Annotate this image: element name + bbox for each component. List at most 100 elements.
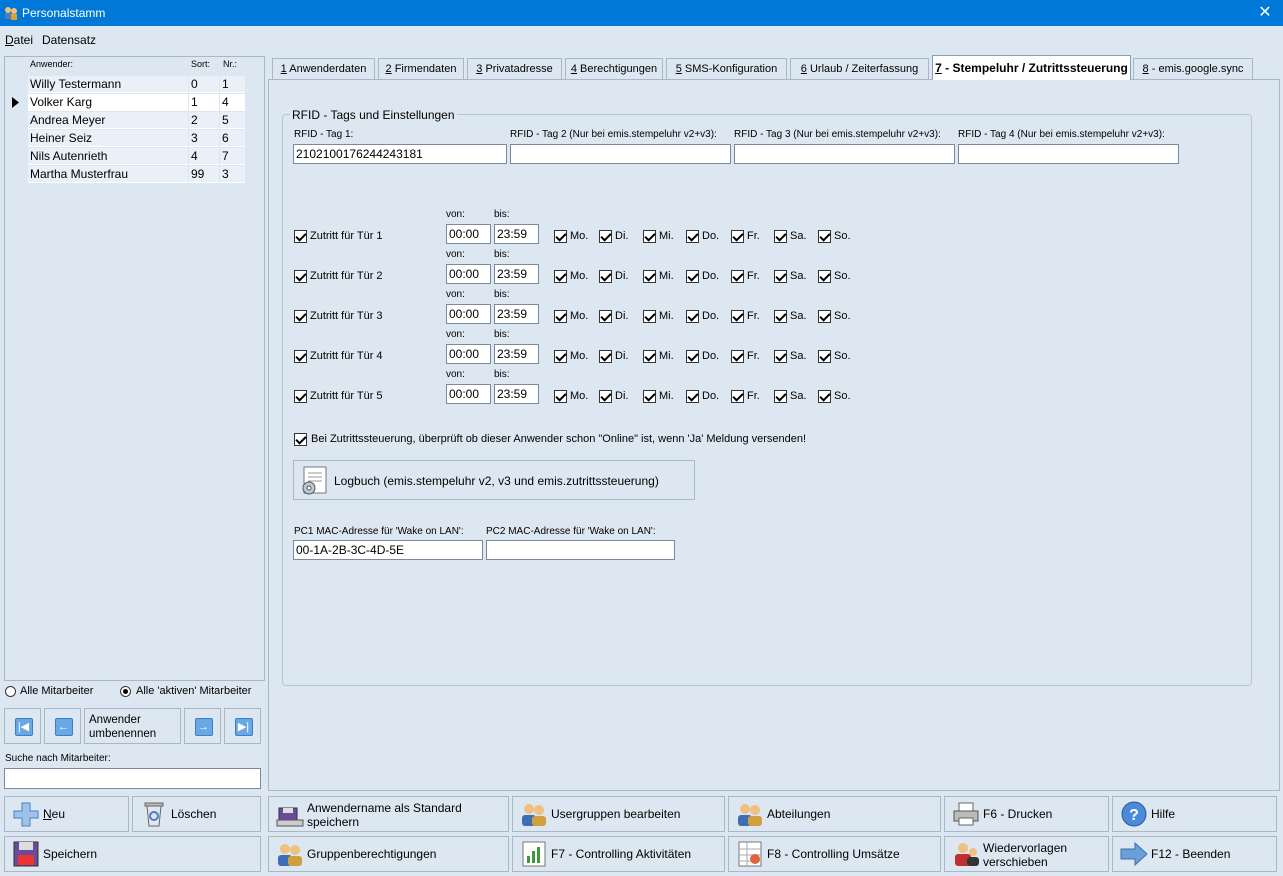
row-name[interactable]: Andrea Meyer (28, 112, 188, 129)
door-1-day-checkbox[interactable] (599, 230, 612, 243)
tab-5[interactable]: 5 SMS-Konfiguration (666, 58, 787, 79)
door-2-day-checkbox[interactable] (686, 270, 699, 283)
door-5-day-checkbox[interactable] (599, 390, 612, 403)
door-2-day-checkbox[interactable] (731, 270, 744, 283)
door-4-day-checkbox[interactable] (731, 350, 744, 363)
door-3-checkbox[interactable] (294, 310, 307, 323)
door-1-day-checkbox[interactable] (686, 230, 699, 243)
door-4-from-input[interactable]: 00:00 (446, 344, 491, 364)
row-sort[interactable]: 1 (189, 94, 219, 111)
door-1-to-input[interactable]: 23:59 (494, 224, 539, 244)
door-4-day-checkbox[interactable] (818, 350, 831, 363)
door-5-day-checkbox[interactable] (643, 390, 656, 403)
door-1-day-checkbox[interactable] (731, 230, 744, 243)
door-5-day-checkbox[interactable] (818, 390, 831, 403)
row-nr[interactable]: 6 (220, 130, 245, 147)
door-2-to-input[interactable]: 23:59 (494, 264, 539, 284)
door-4-checkbox[interactable] (294, 350, 307, 363)
filter-all-radio[interactable] (5, 686, 16, 697)
filter-active-radio[interactable] (120, 686, 131, 697)
door-4-day-checkbox[interactable] (686, 350, 699, 363)
door-4-day-checkbox[interactable] (643, 350, 656, 363)
door-3-day-checkbox[interactable] (731, 310, 744, 323)
tab-8[interactable]: 8 - emis.google.sync (1133, 58, 1253, 79)
row-sort[interactable]: 2 (189, 112, 219, 129)
door-5-to-input[interactable]: 23:59 (494, 384, 539, 404)
door-5-day-checkbox[interactable] (731, 390, 744, 403)
door-5-day-checkbox[interactable] (554, 390, 567, 403)
rename-user-button[interactable]: Anwender umbenennen (84, 708, 181, 744)
table-row[interactable]: Willy Testermann 0 1 (5, 76, 264, 93)
tab-3[interactable]: 3 Privatadresse (467, 58, 562, 79)
table-row[interactable]: Martha Musterfrau 99 3 (5, 166, 264, 183)
door-5-day-checkbox[interactable] (686, 390, 699, 403)
row-nr[interactable]: 7 (220, 148, 245, 165)
row-name[interactable]: Willy Testermann (28, 76, 188, 93)
row-sort[interactable]: 4 (189, 148, 219, 165)
door-5-day-checkbox[interactable] (774, 390, 787, 403)
table-row[interactable]: Nils Autenrieth 4 7 (5, 148, 264, 165)
door-3-from-input[interactable]: 00:00 (446, 304, 491, 324)
table-row[interactable]: Volker Karg 1 4 (5, 94, 264, 111)
menu-datensatz[interactable]: Datensatz (42, 33, 96, 47)
tab-7[interactable]: 7 - Stempeluhr / Zutrittssteuerung (932, 55, 1131, 80)
tab-2[interactable]: 2 Firmendaten (378, 58, 464, 79)
logbuch-button[interactable]: Logbuch (emis.stempeluhr v2, v3 und emis… (293, 460, 695, 500)
controlling-sales-button[interactable]: F8 - Controlling Umsätze (728, 836, 941, 872)
close-icon[interactable]: ✕ (1247, 0, 1283, 26)
search-input[interactable] (4, 768, 261, 789)
door-1-day-checkbox[interactable] (554, 230, 567, 243)
table-row[interactable]: Heiner Seiz 3 6 (5, 130, 264, 147)
rfid-tag2-input[interactable] (510, 144, 731, 164)
row-sort[interactable]: 99 (189, 166, 219, 183)
pc1-mac-input[interactable]: 00-1A-2B-3C-4D-5E (293, 540, 483, 560)
row-name[interactable]: Volker Karg (28, 94, 188, 111)
door-1-from-input[interactable]: 00:00 (446, 224, 491, 244)
delete-button[interactable]: Löschen (132, 796, 261, 832)
door-1-day-checkbox[interactable] (774, 230, 787, 243)
last-record-button[interactable]: ▶| (224, 708, 261, 744)
online-check-checkbox[interactable] (294, 433, 307, 446)
row-nr[interactable]: 4 (220, 94, 245, 111)
move-followups-button[interactable]: Wiedervorlagen verschieben (944, 836, 1109, 872)
controlling-activities-button[interactable]: F7 - Controlling Aktivitäten (512, 836, 725, 872)
door-1-day-checkbox[interactable] (643, 230, 656, 243)
door-5-from-input[interactable]: 00:00 (446, 384, 491, 404)
door-1-day-checkbox[interactable] (818, 230, 831, 243)
door-2-day-checkbox[interactable] (818, 270, 831, 283)
prev-record-button[interactable]: ← (44, 708, 81, 744)
save-button[interactable]: Speichern (4, 836, 261, 872)
first-record-button[interactable]: |◀ (4, 708, 41, 744)
door-3-day-checkbox[interactable] (643, 310, 656, 323)
door-3-day-checkbox[interactable] (599, 310, 612, 323)
door-4-to-input[interactable]: 23:59 (494, 344, 539, 364)
rfid-tag4-input[interactable] (958, 144, 1179, 164)
door-2-day-checkbox[interactable] (643, 270, 656, 283)
door-2-from-input[interactable]: 00:00 (446, 264, 491, 284)
exit-button[interactable]: F12 - Beenden (1112, 836, 1277, 872)
door-4-day-checkbox[interactable] (774, 350, 787, 363)
new-button[interactable]: Neu (4, 796, 129, 832)
door-5-checkbox[interactable] (294, 390, 307, 403)
door-4-day-checkbox[interactable] (554, 350, 567, 363)
next-record-button[interactable]: → (184, 708, 221, 744)
tab-6[interactable]: 6 Urlaub / Zeiterfassung (790, 58, 929, 79)
row-name[interactable]: Nils Autenrieth (28, 148, 188, 165)
door-2-checkbox[interactable] (294, 270, 307, 283)
door-3-day-checkbox[interactable] (774, 310, 787, 323)
tab-4[interactable]: 4 Berechtigungen (565, 58, 663, 79)
door-1-checkbox[interactable] (294, 230, 307, 243)
door-2-day-checkbox[interactable] (774, 270, 787, 283)
door-3-to-input[interactable]: 23:59 (494, 304, 539, 324)
departments-button[interactable]: Abteilungen (728, 796, 941, 832)
door-2-day-checkbox[interactable] (554, 270, 567, 283)
row-sort[interactable]: 0 (189, 76, 219, 93)
door-3-day-checkbox[interactable] (686, 310, 699, 323)
door-4-day-checkbox[interactable] (599, 350, 612, 363)
edit-usergroups-button[interactable]: Usergruppen bearbeiten (512, 796, 725, 832)
row-name[interactable]: Heiner Seiz (28, 130, 188, 147)
tab-1[interactable]: 1 Anwenderdaten (272, 58, 375, 79)
row-nr[interactable]: 5 (220, 112, 245, 129)
group-permissions-button[interactable]: Gruppenberechtigungen (268, 836, 509, 872)
print-button[interactable]: F6 - Drucken (944, 796, 1109, 832)
